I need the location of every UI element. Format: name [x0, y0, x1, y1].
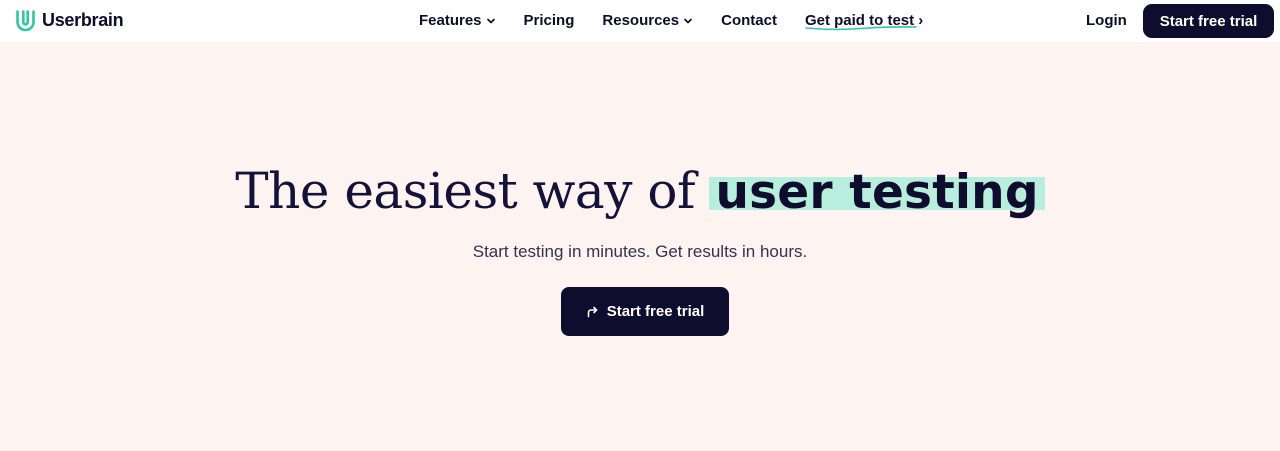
- hero-title-plain: The easiest way of: [235, 162, 695, 220]
- hero-cta-label: Start free trial: [606, 303, 705, 320]
- hero-title-highlight: user testing: [709, 165, 1045, 220]
- nav-item-contact[interactable]: Contact: [721, 12, 777, 29]
- brand-logo[interactable]: Userbrain: [14, 9, 124, 32]
- nav-item-label: Resources: [602, 12, 680, 29]
- nav-item-label: Pricing: [523, 12, 575, 29]
- main-nav: Features Pricing Resources Contact Get p…: [419, 12, 923, 31]
- start-free-trial-nav-button[interactable]: Start free trial: [1143, 4, 1274, 38]
- start-free-trial-hero-button[interactable]: Start free trial: [561, 287, 729, 336]
- hero-title: The easiest way of user testing: [0, 160, 1280, 224]
- nav-item-pricing[interactable]: Pricing: [524, 12, 575, 29]
- hero-subtitle: Start testing in minutes. Get results in…: [472, 242, 808, 261]
- top-navigation-bar: Userbrain Features Pricing Resources Con…: [0, 0, 1280, 42]
- chevron-down-icon: [486, 16, 496, 26]
- chevron-down-icon: [683, 16, 693, 26]
- arrow-turn-right-icon: [586, 305, 599, 318]
- nav-item-label: Features: [419, 12, 482, 29]
- get-paid-to-test-link[interactable]: Get paid to test ›: [805, 12, 923, 31]
- nav-item-features[interactable]: Features: [419, 12, 496, 29]
- nav-item-label: Contact: [721, 12, 777, 29]
- brand-name: Userbrain: [42, 10, 124, 30]
- nav-item-resources[interactable]: Resources: [602, 12, 693, 29]
- userbrain-u-logo-icon: [14, 9, 37, 32]
- login-link[interactable]: Login: [1086, 12, 1127, 29]
- squiggle-underline-icon: [805, 18, 917, 35]
